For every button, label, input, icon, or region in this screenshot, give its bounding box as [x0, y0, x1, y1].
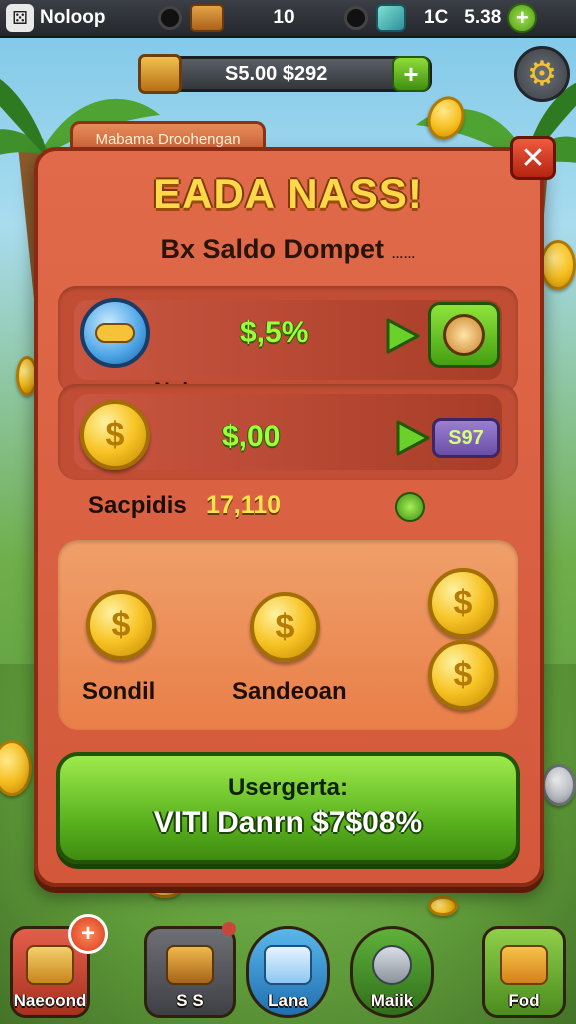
token-icon [80, 298, 150, 368]
status-dot-icon [344, 6, 368, 30]
player-name: Noloop [40, 7, 106, 28]
background-coin [540, 240, 576, 290]
nav-badge-plus[interactable]: + [68, 914, 108, 954]
withdraw-button[interactable]: Usergerta: VITI Danrn $7$08% [56, 752, 520, 864]
level-counter: 10 [273, 7, 295, 28]
modal-title: EADA NASS! [153, 170, 423, 217]
crate-icon [26, 945, 74, 985]
cta-main-text: VITI Danrn $7$08% [153, 806, 423, 839]
coin-option-3[interactable]: $ [428, 568, 498, 638]
row-2-count-badge: S97 [432, 418, 500, 458]
gem-icon[interactable] [376, 4, 406, 32]
nav-label: Maiik [370, 991, 414, 1010]
stat-label: Sacpidis [88, 492, 187, 519]
stat-value: 17,110 [206, 491, 282, 519]
subtitle-small-text: …… [391, 247, 416, 261]
cta-top-text: Usergerta: [227, 774, 349, 801]
cards-icon [264, 945, 312, 985]
subtitle-text: Bx Saldo Dompet [160, 234, 384, 264]
box-icon [500, 945, 548, 985]
notification-dot-icon [222, 922, 236, 936]
nav-label: Naeoond [13, 991, 87, 1010]
chest-icon[interactable] [190, 4, 224, 32]
nav-item-inventory[interactable]: S S [144, 926, 236, 1018]
nav-item-tools[interactable]: Maiik [350, 926, 434, 1018]
modal-subtitle: Bx Saldo Dompet …… [60, 234, 516, 265]
coin-option-2[interactable]: $ [250, 592, 320, 662]
balance-text: S5.00 $292 [225, 62, 328, 85]
top-status-bar: ⚄ Noloop 10 1C 5.38 + [0, 0, 576, 38]
coin-option-2-label: Sandeoan [232, 678, 347, 705]
cash-counter: 5.38 [464, 7, 502, 28]
add-cash-button[interactable]: + [507, 3, 538, 33]
treasure-chest-icon [138, 54, 182, 94]
dollar-coin-icon: $ [80, 400, 150, 470]
close-button[interactable]: ✕ [510, 136, 556, 180]
nav-label: S S [176, 991, 204, 1010]
dice-icon[interactable]: ⚄ [6, 4, 34, 32]
background-coin [542, 764, 576, 806]
stat-indicator-icon [395, 492, 425, 522]
claim-token-button[interactable] [428, 302, 500, 368]
nav-item-food[interactable]: Fod [482, 926, 566, 1018]
settings-gear-icon[interactable]: ⚙ [514, 46, 570, 102]
coin-option-4[interactable]: $ [428, 640, 498, 710]
status-dot-icon [158, 6, 182, 30]
nav-item-cards[interactable]: Lana [246, 926, 330, 1018]
coin-stack-icon [443, 314, 485, 356]
background-coin [428, 896, 458, 916]
coin-option-1-label: Sondil [82, 678, 156, 705]
play-arrow-icon[interactable] [382, 316, 422, 356]
play-arrow-icon[interactable] [392, 418, 432, 458]
row-2-value: $,00 [222, 420, 281, 453]
chest-icon [166, 945, 214, 985]
nav-label: Fod [508, 991, 540, 1010]
gem-counter: 1C [424, 7, 449, 28]
add-balance-button[interactable]: + [392, 56, 430, 92]
wrench-icon [372, 945, 412, 985]
row-1-value: $,5% [240, 316, 309, 349]
nav-label: Lana [268, 991, 308, 1010]
coin-option-1[interactable]: $ [86, 590, 156, 660]
bottom-navigation: Naeoond + S S Lana Maiik Fod [0, 914, 576, 1024]
